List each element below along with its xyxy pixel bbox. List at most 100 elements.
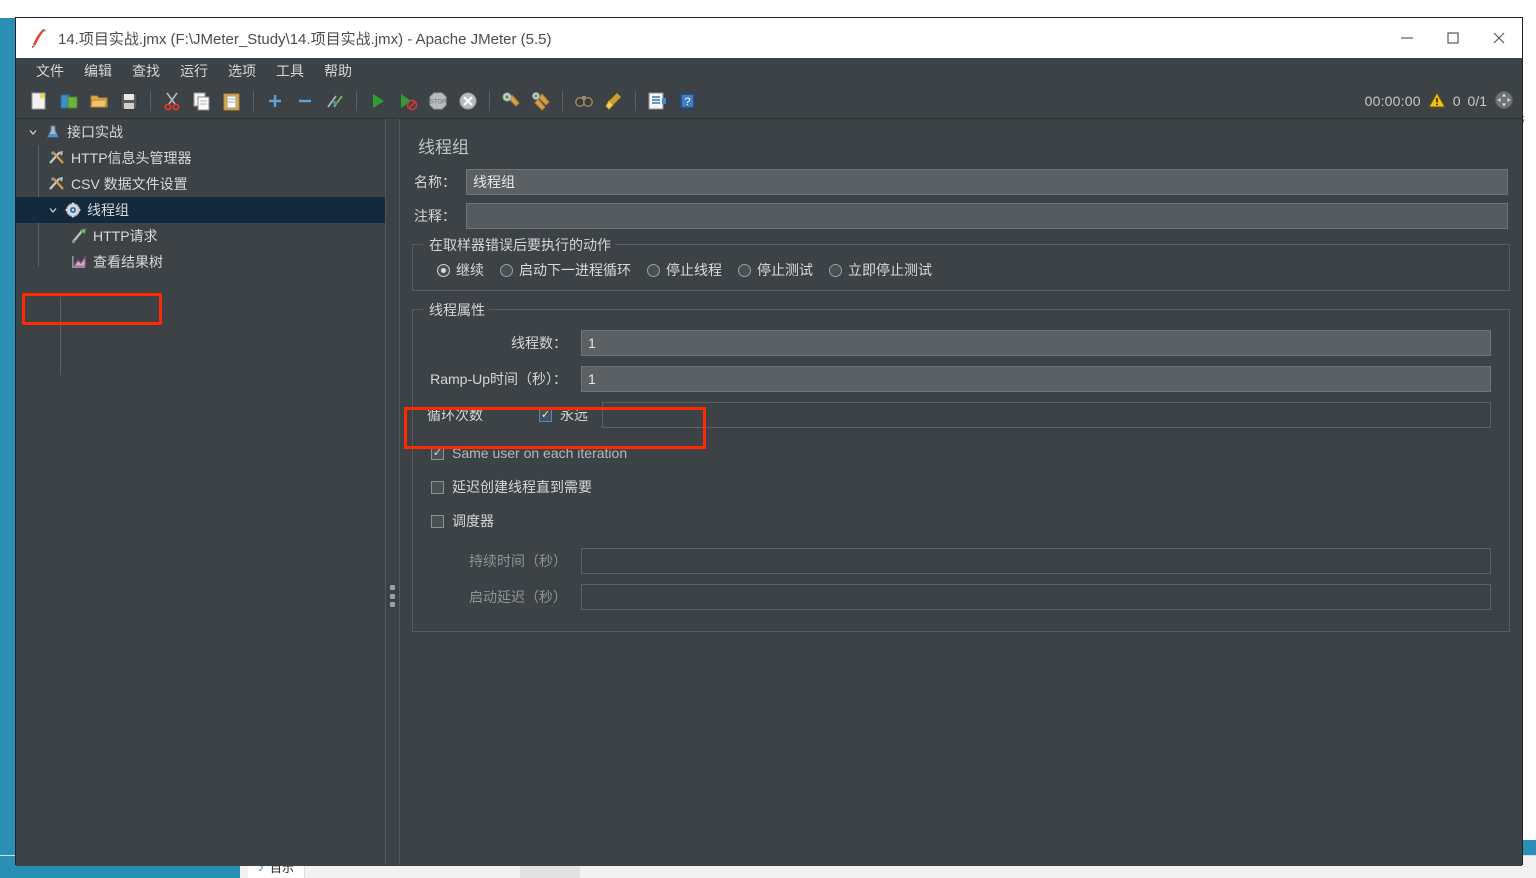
radio-indicator [647,263,660,277]
checkbox-indicator: ✓ [539,408,552,422]
toolbar-separator [489,91,490,111]
tree-node-label: HTTP请求 [93,228,158,244]
name-row: 名称： 线程组 [414,168,1508,196]
annotation-box-thread-group [22,293,162,325]
test-plan-icon [42,124,64,140]
split-divider[interactable] [385,119,400,865]
loop-forever-checkbox[interactable]: ✓ 永远 [539,405,588,425]
window-controls [1384,18,1522,58]
search-icon[interactable] [571,88,597,114]
delayed-start-row[interactable]: 延迟创建线程直到需要 [413,473,1499,501]
templates-icon[interactable] [56,88,82,114]
ramp-up-row: Ramp-Up时间（秒）： 1 [413,365,1499,393]
checkbox-indicator [431,480,444,494]
menu-item-file[interactable]: 文件 [26,58,74,84]
function-helper-icon[interactable] [644,88,670,114]
clear-all-icon[interactable] [528,88,554,114]
duration-label: 持续时间（秒） [469,553,567,569]
checkbox-indicator: ✓ [431,446,444,460]
duration-input[interactable] [581,548,1491,574]
maximize-button[interactable] [1430,18,1476,58]
name-input[interactable]: 线程组 [466,169,1508,195]
tree-node-csv-data-set-config[interactable]: CSV 数据文件设置 [16,171,385,197]
start-no-pauses-icon[interactable] [395,88,421,114]
scheduler-row[interactable]: 调度器 [413,507,1499,535]
tree-node-label: CSV 数据文件设置 [71,176,188,192]
thread-group-config-panel: 线程组 名称： 线程组 注释： 在取样器错误后要执行的动作 继续 启动下一进程循… [400,119,1522,865]
toolbar[interactable]: STOP ? 00:00:00 0 0/1 [16,84,1522,119]
stop-icon[interactable]: STOP [425,88,451,114]
radio-stop-thread[interactable]: 停止线程 [647,260,722,280]
chevron-down-icon[interactable] [44,205,62,215]
svg-text:STOP: STOP [430,100,446,106]
menu-item-help[interactable]: 帮助 [314,58,362,84]
jmeter-feather-icon [26,25,52,51]
radio-indicator [500,263,513,277]
help-icon[interactable]: ? [674,88,700,114]
warning-triangle-icon[interactable] [1427,91,1446,112]
name-label: 名称： [414,174,456,190]
tree-node-http-header-manager[interactable]: HTTP信息头管理器 [16,145,385,171]
duration-row: 持续时间（秒） [413,547,1499,575]
thread-count-input[interactable]: 1 [581,330,1491,356]
collapse-all-icon[interactable] [292,88,318,114]
tree-node-label: 线程组 [87,202,129,218]
reset-search-icon[interactable] [601,88,627,114]
tree-node-view-results-tree[interactable]: 查看结果树 [16,249,385,275]
tree-node-test-plan[interactable]: 接口实战 [16,119,385,145]
group-body: 线程数： 1 Ramp-Up时间（秒）： 1 循环次数 ✓ 永远 ✓ Same … [413,309,1509,631]
expand-all-icon[interactable] [262,88,288,114]
radio-continue[interactable]: 继续 [437,260,484,280]
comment-input[interactable] [466,203,1508,229]
view-results-tree-icon [68,254,90,270]
menu-item-tools[interactable]: 工具 [266,58,314,84]
split-divider-grip[interactable] [390,585,395,607]
menu-item-edit[interactable]: 编辑 [74,58,122,84]
radio-start-next-loop[interactable]: 启动下一进程循环 [500,260,631,280]
start-icon[interactable] [365,88,391,114]
copy-icon[interactable] [189,88,215,114]
config-element-icon [46,150,68,166]
loop-count-row: 循环次数 ✓ 永远 [413,401,1499,429]
tree-node-label: HTTP信息头管理器 [71,150,192,166]
menu-bar[interactable]: 文件 编辑 查找 运行 选项 工具 帮助 [16,58,1522,84]
shutdown-icon[interactable] [455,88,481,114]
test-plan-tree[interactable]: 接口实战 HTTP信息头管理器 CSV 数据文件设置 线程组 HTTP请求 查看… [16,119,385,865]
paste-icon[interactable] [219,88,245,114]
startup-delay-label: 启动延迟（秒） [469,589,567,605]
tree-node-http-request[interactable]: HTTP请求 [16,223,385,249]
save-icon[interactable] [116,88,142,114]
menu-item-run[interactable]: 运行 [170,58,218,84]
open-icon[interactable] [86,88,112,114]
new-icon[interactable] [26,88,52,114]
menu-item-options[interactable]: 选项 [218,58,266,84]
radio-stop-test-now[interactable]: 立即停止测试 [829,260,932,280]
startup-delay-input[interactable] [581,584,1491,610]
minimize-button[interactable] [1384,18,1430,58]
ramp-up-input[interactable]: 1 [581,366,1491,392]
clear-icon[interactable] [498,88,524,114]
toggle-icon[interactable] [322,88,348,114]
radio-label: 继续 [456,262,484,278]
radio-label: 启动下一进程循环 [519,262,631,278]
radio-label: 立即停止测试 [848,262,932,278]
delayed-start-label: 延迟创建线程直到需要 [452,479,592,495]
radio-stop-test[interactable]: 停止测试 [738,260,813,280]
scheduler-label: 调度器 [452,513,494,529]
toolbar-separator [562,91,563,111]
sampler-error-action-group: 在取样器错误后要执行的动作 继续 启动下一进程循环 停止线程 停止测试 立即停止… [412,235,1510,291]
same-user-row[interactable]: ✓ Same user on each iteration [413,439,1499,467]
close-button[interactable] [1476,18,1522,58]
checkbox-indicator [431,514,444,528]
radio-label: 停止线程 [666,262,722,278]
tree-node-thread-group[interactable]: 线程组 [16,197,385,223]
chevron-down-icon[interactable] [24,127,42,137]
radio-label: 停止测试 [757,262,813,278]
radio-indicator [829,263,842,277]
same-user-label: Same user on each iteration [452,445,628,461]
menu-item-search[interactable]: 查找 [122,58,170,84]
cut-icon[interactable] [159,88,185,114]
error-action-radio-group[interactable]: 继续 启动下一进程循环 停止线程 停止测试 立即停止测试 [423,260,1499,280]
ramp-up-label: Ramp-Up时间（秒）： [430,371,567,387]
loop-count-input[interactable] [602,402,1491,428]
